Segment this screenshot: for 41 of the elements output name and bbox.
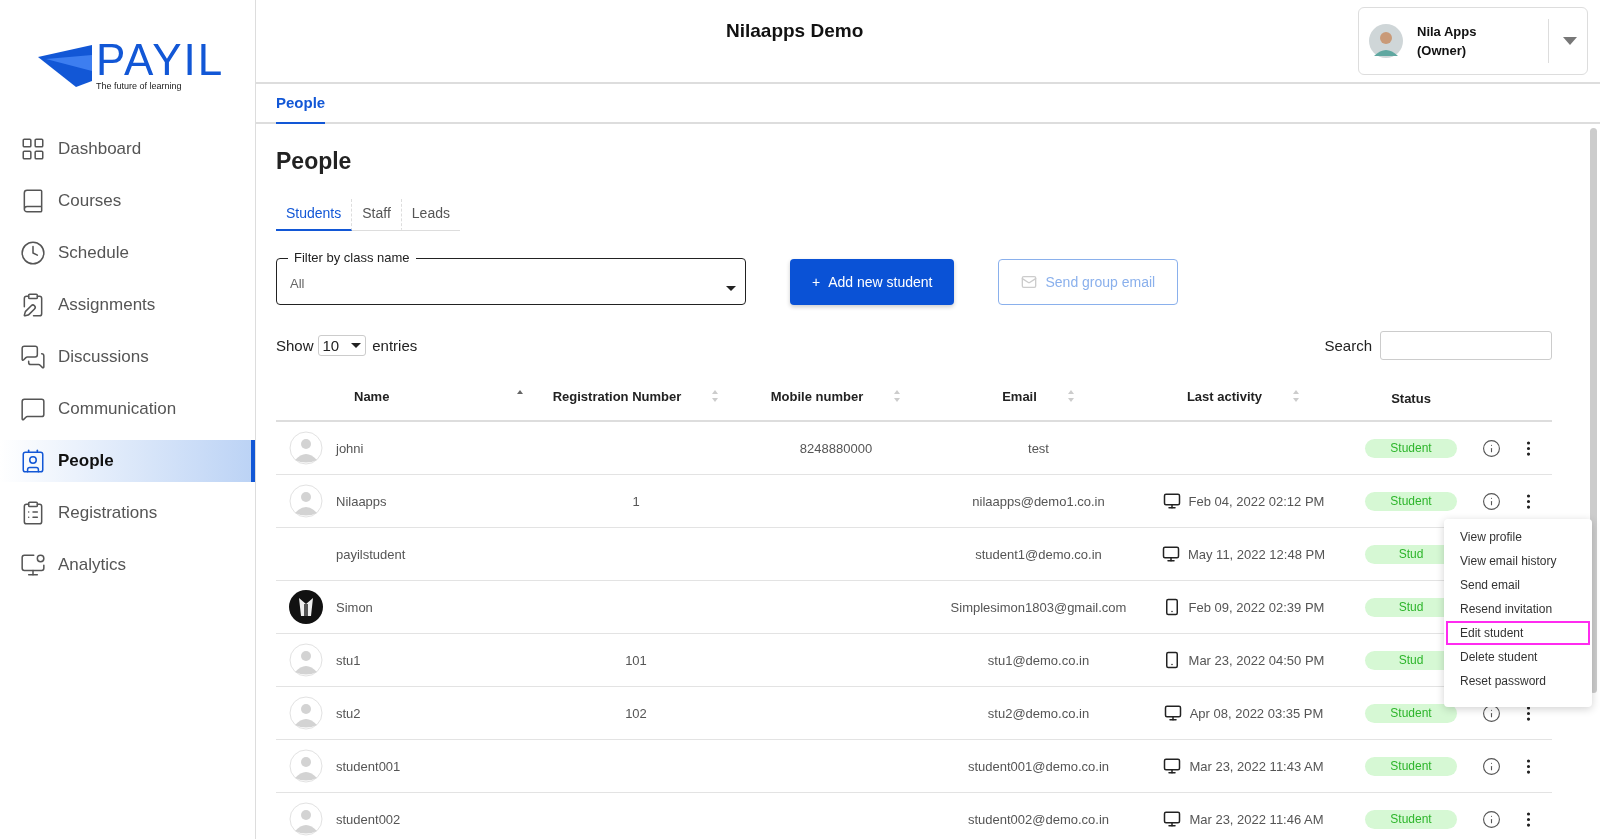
logo-name: PAYIL [96,37,225,82]
table-cell: stu1@demo.co.in [987,652,1090,668]
table-cell: Feb 04, 2022 02:12 PM [1188,493,1325,509]
table-cell: Simon [336,599,373,615]
status-badge: Student [1365,438,1457,458]
table-cell: Mar 23, 2022 11:43 AM [1189,758,1324,774]
table-cell: 8248880000 [799,440,873,456]
table-cell: Simplesimon1803@gmail.com [950,599,1127,615]
status-badge: Student [1365,491,1457,511]
search-label: Search [1324,337,1372,354]
show-label: Show [276,337,314,354]
table-cell: May 11, 2022 12:48 PM [1187,546,1326,562]
page-title: People [276,148,353,175]
table-cell: 101 [625,652,647,668]
table-cell: Nilaapps [336,493,387,509]
table-cell: Mar 23, 2022 11:46 AM [1189,811,1324,827]
status-badge: Student [1365,809,1457,829]
table-cell: Apr 08, 2022 03:35 PM [1189,705,1324,721]
entries-label: entries [372,337,418,354]
logo-tagline: The future of learning [96,80,183,91]
table-cell: student001@demo.co.in [967,758,1110,774]
table-cell: student001 [336,758,401,774]
table-cell: test [1028,440,1049,456]
table-cell: student002 [336,811,401,827]
status-badge: Student [1365,756,1457,776]
table-cell: 102 [625,705,647,721]
table-cell: 1 [632,493,640,509]
table-cell: stu1 [336,652,361,668]
table-cell: nilaapps@demo1.co.in [972,493,1105,509]
table-cell: stu2 [336,705,361,721]
table-cell: student1@demo.co.in [975,546,1102,562]
table-cell: Mar 23, 2022 04:50 PM [1188,652,1325,668]
table-cell: payilstudent [336,546,406,562]
table-cell: student002@demo.co.in [967,811,1110,827]
user-name: Nila Apps [1417,24,1478,39]
table-cell: Feb 09, 2022 02:39 PM [1188,599,1325,615]
status-badge: Student [1365,703,1457,723]
table-cell: johni [336,440,364,456]
header-title: Nilaapps Demo [726,20,864,42]
user-role: (Owner) [1417,43,1468,58]
table-cell: stu2@demo.co.in [987,705,1090,721]
